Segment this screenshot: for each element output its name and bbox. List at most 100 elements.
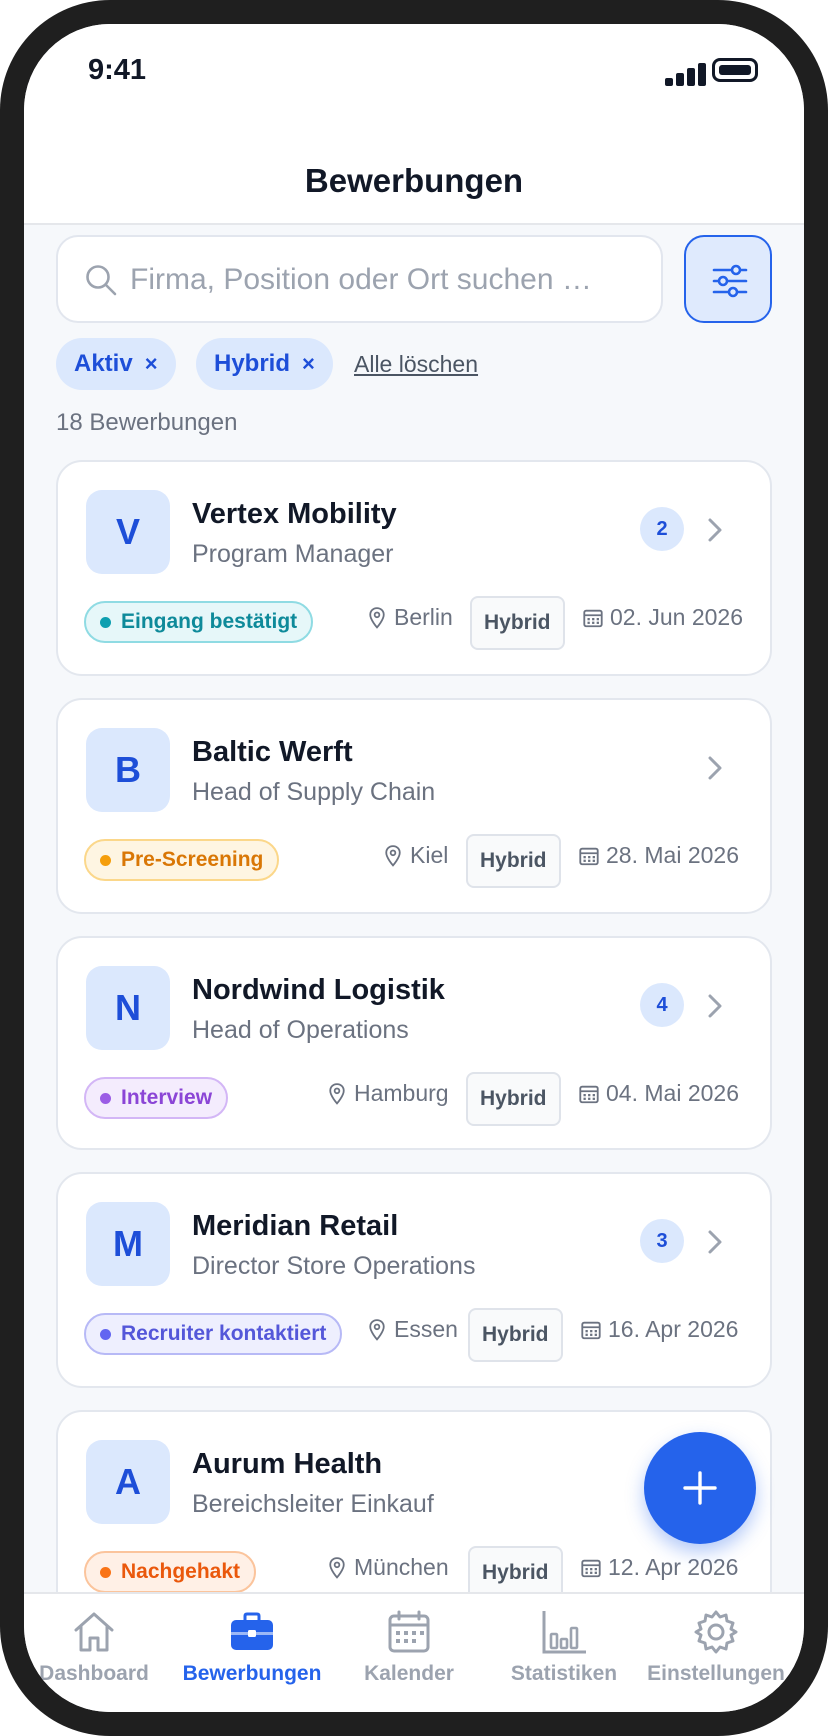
status-badge: Eingang bestätigt (84, 601, 314, 643)
nav-item-einstellungen[interactable]: Einstellungen (636, 1608, 796, 1686)
application-date: 02. Jun 2026 (582, 604, 743, 631)
bar-chart-icon (542, 1611, 586, 1654)
location: Kiel (384, 842, 448, 869)
location: München (328, 1554, 449, 1581)
status-dot (100, 1092, 111, 1104)
company-name: Aurum Health (192, 1448, 383, 1480)
location: Essen (368, 1316, 458, 1343)
nav-item-bewerbungen[interactable]: Bewerbungen (172, 1608, 332, 1686)
calendar-icon (583, 609, 603, 627)
map-pin-icon (385, 844, 401, 867)
status-label: Interview (121, 1086, 213, 1109)
location-label: Berlin (394, 604, 453, 630)
status-badge: Nachgehakt (84, 1551, 257, 1593)
close-icon[interactable]: × (145, 351, 158, 377)
status-dot (100, 1566, 111, 1578)
page-header: Bewerbungen (24, 124, 804, 225)
job-title: Director Store Operations (192, 1252, 476, 1280)
location-label: Essen (394, 1316, 458, 1342)
location-label: Kiel (410, 842, 449, 868)
status-dot (100, 854, 111, 866)
date-label: 16. Apr 2026 (608, 1316, 739, 1342)
company-name: Baltic Werft (192, 736, 353, 768)
date-label: 12. Apr 2026 (608, 1554, 739, 1580)
work-mode-tag: Hybrid (470, 596, 565, 650)
application-date: 28. Mai 2026 (578, 842, 739, 869)
work-mode-tag: Hybrid (468, 1308, 563, 1362)
chevron-right-icon[interactable] (706, 516, 724, 544)
date-label: 04. Mai 2026 (606, 1080, 739, 1106)
nav-item-statistiken[interactable]: Statistiken (484, 1608, 644, 1686)
nav-item-dashboard[interactable]: Dashboard (24, 1608, 174, 1686)
page-title: Bewerbungen (304, 162, 524, 199)
calendar-icon (579, 1085, 599, 1103)
count-badge: 4 (640, 983, 684, 1027)
nav-label: Kalender (364, 1662, 454, 1685)
location: Berlin (368, 604, 453, 631)
bottom-nav: Dashboard Bewerbungen Kalender Statistik… (24, 1592, 804, 1712)
count-badge: 2 (640, 507, 684, 551)
chevron-right-icon[interactable] (706, 992, 724, 1020)
result-count: 18 Bewerbungen (56, 409, 238, 436)
calendar-icon (579, 847, 599, 865)
status-dot (100, 616, 111, 628)
application-date: 04. Mai 2026 (578, 1080, 739, 1107)
briefcase-icon (231, 1612, 273, 1650)
gear-icon (694, 1610, 738, 1654)
status-badge: Pre-Screening (84, 839, 280, 881)
company-avatar: M (86, 1202, 170, 1286)
application-card[interactable]: M Meridian Retail Director Store Operati… (56, 1172, 772, 1388)
date-label: 02. Jun 2026 (610, 604, 744, 630)
status-bar: 9:41 (24, 24, 804, 124)
chevron-right-icon[interactable] (706, 754, 724, 782)
filter-button[interactable] (684, 235, 772, 323)
search-icon (86, 265, 117, 296)
work-mode-tag: Hybrid (466, 1072, 561, 1126)
company-name: Vertex Mobility (192, 498, 397, 530)
chevron-right-icon[interactable] (706, 1228, 724, 1256)
clear-all-link[interactable]: Alle löschen (354, 351, 478, 378)
status-label: Nachgehakt (121, 1560, 241, 1583)
nav-label: Statistiken (510, 1662, 618, 1685)
filter-chip-aktiv[interactable]: Aktiv × (56, 338, 176, 390)
search-input[interactable] (130, 255, 640, 305)
sliders-icon (712, 264, 748, 298)
nav-label: Bewerbungen (182, 1662, 322, 1685)
chip-label: Aktiv (74, 350, 133, 377)
map-pin-icon (329, 1082, 345, 1105)
map-pin-icon (369, 1318, 385, 1341)
application-date: 12. Apr 2026 (580, 1554, 738, 1581)
add-application-button[interactable] (644, 1432, 756, 1544)
location-label: Hamburg (354, 1080, 449, 1106)
status-time: 9:41 (88, 54, 147, 86)
filter-chip-hybrid[interactable]: Hybrid × (196, 338, 333, 390)
company-avatar: B (86, 728, 170, 812)
status-label: Eingang bestätigt (121, 610, 298, 633)
work-mode-tag: Hybrid (466, 834, 561, 888)
close-icon[interactable]: × (302, 351, 315, 377)
battery-icon (712, 58, 758, 82)
location: Hamburg (328, 1080, 449, 1107)
company-name: Meridian Retail (192, 1210, 399, 1242)
location-label: München (354, 1554, 449, 1580)
company-avatar: A (86, 1440, 170, 1524)
status-badge: Interview (84, 1077, 229, 1119)
status-label: Pre-Screening (121, 848, 264, 871)
nav-item-kalender[interactable]: Kalender (329, 1608, 489, 1686)
calendar-icon (388, 1610, 430, 1653)
calendar-icon (581, 1559, 601, 1577)
status-label: Recruiter kontaktiert (121, 1322, 327, 1345)
count-badge: 3 (640, 1219, 684, 1263)
company-avatar: N (86, 966, 170, 1050)
calendar-icon (581, 1321, 601, 1339)
nav-label: Dashboard (39, 1662, 149, 1685)
chip-label: Hybrid (214, 350, 291, 377)
application-card[interactable]: N Nordwind Logistik Head of Operations 4… (56, 936, 772, 1150)
application-card[interactable]: V Vertex Mobility Program Manager 2 Eing… (56, 460, 772, 676)
nav-label: Einstellungen (647, 1662, 785, 1685)
company-avatar: V (86, 490, 170, 574)
signal-icon (665, 60, 717, 86)
search-bar[interactable] (56, 235, 663, 323)
application-card[interactable]: B Baltic Werft Head of Supply Chain Pre-… (56, 698, 772, 914)
application-date: 16. Apr 2026 (580, 1316, 738, 1343)
